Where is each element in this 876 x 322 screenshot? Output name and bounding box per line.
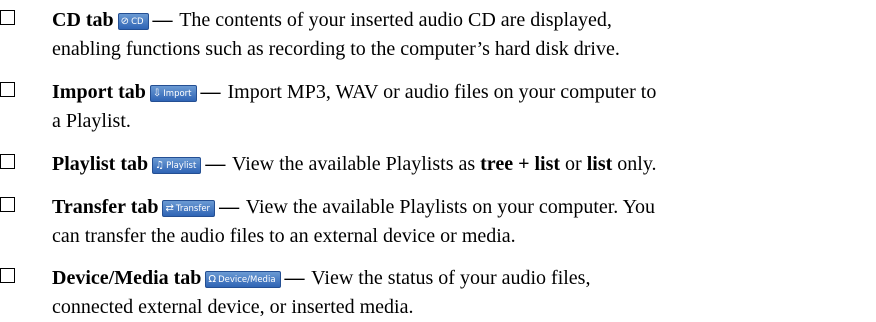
item-description-line2: a Playlist. bbox=[52, 110, 131, 132]
item-description-line2: can transfer the audio files to an exter… bbox=[52, 225, 516, 247]
import-tab-button: ⇩ Import bbox=[149, 85, 197, 102]
transfer-tab-button: ⇄ Transfer bbox=[162, 200, 216, 217]
item-title: Import tab bbox=[52, 81, 146, 103]
checkbox-bullet-icon bbox=[0, 10, 15, 25]
checkbox-bullet-icon bbox=[0, 268, 15, 283]
item-description-suffix: only. bbox=[612, 153, 657, 175]
tab-label: Device/Media bbox=[218, 275, 276, 285]
tab-label: Import bbox=[163, 89, 192, 99]
em-dash: — bbox=[200, 81, 221, 103]
item-title: Transfer tab bbox=[52, 196, 159, 218]
em-dash: — bbox=[152, 9, 173, 31]
import-icon: ⇩ bbox=[152, 88, 162, 99]
item-description-mid: or bbox=[560, 153, 587, 175]
cd-disc-icon: ⊘ bbox=[120, 16, 130, 27]
tab-label: CD bbox=[131, 17, 144, 27]
tab-label: Transfer bbox=[175, 204, 211, 214]
em-dash: — bbox=[205, 153, 226, 175]
item-description-line1: The contents of your inserted audio CD a… bbox=[179, 9, 612, 31]
item-description-line2: connected external device, or inserted m… bbox=[52, 296, 414, 318]
item-description-line1: Import MP3, WAV or audio files on your c… bbox=[227, 81, 657, 103]
view-mode-list: list bbox=[586, 153, 613, 175]
checkbox-bullet-icon bbox=[0, 197, 15, 212]
em-dash: — bbox=[284, 267, 305, 289]
tab-label: Playlist bbox=[166, 161, 197, 171]
device-media-tab-button: Ω Device/Media bbox=[205, 271, 281, 288]
checkbox-bullet-icon bbox=[0, 154, 15, 169]
item-description-line2: enabling functions such as recording to … bbox=[52, 38, 620, 60]
item-description-line1: View the status of your audio files, bbox=[311, 267, 591, 289]
tab-description-list: CD tab ⊘ CD — The contents of your inserted… bbox=[0, 0, 876, 320]
view-mode-tree-list: tree + list bbox=[480, 153, 561, 175]
item-title: Device/Media tab bbox=[52, 267, 202, 289]
cd-tab-button: ⊘ CD bbox=[117, 13, 149, 30]
playlist-icon: ♫ bbox=[155, 160, 165, 171]
headphones-icon: Ω bbox=[208, 274, 217, 285]
item-description-prefix: View the available Playlists as bbox=[231, 153, 481, 175]
checkbox-bullet-icon bbox=[0, 82, 15, 97]
item-title: CD tab bbox=[52, 9, 114, 31]
playlist-tab-button: ♫ Playlist bbox=[152, 157, 202, 174]
em-dash: — bbox=[219, 196, 240, 218]
item-description-line1: View the available Playlists on your com… bbox=[245, 196, 656, 218]
transfer-icon: ⇄ bbox=[165, 203, 174, 214]
item-title: Playlist tab bbox=[52, 153, 149, 175]
